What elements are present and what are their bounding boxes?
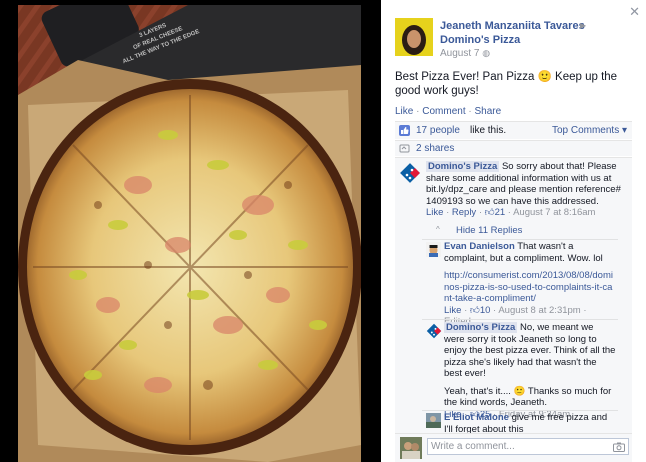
dominos-logo-avatar[interactable] [399, 162, 421, 184]
post-sidebar: ✕ Jeaneth Manzaniita Tavares ▶ Domino's … [381, 0, 646, 462]
comment-author[interactable]: Domino's Pizza [426, 161, 500, 172]
globe-icon: ◍ [482, 48, 491, 58]
reply-author[interactable]: Domino's Pizza [444, 322, 518, 333]
post-text: Best Pizza Ever! Pan Pizza 🙂 Keep up the… [395, 71, 618, 97]
post-actions: Like · Comment · Share [395, 106, 501, 117]
camera-icon[interactable] [613, 442, 625, 452]
top-comments-dropdown[interactable]: Top Comments ▾ [552, 125, 627, 136]
comment-time[interactable]: August 7 at 8:16am [513, 207, 595, 218]
comment-composer [395, 433, 632, 462]
hide-replies-toggle[interactable]: ^ Hide 11 Replies [436, 224, 620, 239]
pizza-photo[interactable]: 3 LAYERS OF REAL CHEESE ALL THE WAY TO T… [18, 5, 361, 462]
comment-meta: Like · Reply · 👍︎21 · August 7 at 8:16am [426, 207, 596, 218]
share-icon [399, 144, 410, 153]
author-name[interactable]: Jeaneth Manzaniita Tavares [440, 20, 585, 32]
reply-author[interactable]: E Eliot Malone [444, 412, 509, 423]
reply-content: Evan Danielson That wasn't a complaint, … [444, 241, 616, 328]
reply-likes-value: 10 [479, 304, 491, 316]
dominos-logo-avatar[interactable] [426, 323, 442, 339]
arrow-right-icon: ▶ [580, 21, 587, 30]
comment-input[interactable] [427, 438, 629, 455]
comment-item: Domino's Pizza So sorry about that! Plea… [426, 161, 628, 219]
post-date-text[interactable]: August 7 [440, 48, 479, 59]
action-separator: · [413, 106, 423, 117]
shares-summary: 2 shares [395, 140, 632, 156]
chevron-up-icon: ^ [436, 225, 440, 234]
reply-item: Evan Danielson That wasn't a complaint, … [422, 239, 618, 327]
share-link[interactable]: Share [475, 106, 502, 117]
eliot-avatar[interactable] [426, 413, 441, 428]
reply-time[interactable]: August 8 at 2:31pm [498, 305, 580, 316]
reply-item: E Eliot Malone give me free pizza and I'… [422, 410, 618, 435]
photo-viewer: 3 LAYERS OF REAL CHEESE ALL THE WAY TO T… [0, 0, 381, 462]
thumbs-up-icon [399, 125, 410, 136]
comment-likes-value: 21 [494, 207, 506, 218]
close-icon[interactable]: ✕ [629, 5, 640, 18]
reply-text-continued: Yeah, that's it.... 🙂 Thanks so much for… [444, 385, 612, 409]
hide-replies-label[interactable]: Hide 11 Replies [456, 225, 522, 236]
pizza-image: 3 LAYERS OF REAL CHEESE ALL THE WAY TO T… [18, 5, 361, 462]
post-date[interactable]: August 7 ◍ [440, 48, 490, 59]
reply-author[interactable]: Evan Danielson [444, 241, 515, 252]
likes-summary: 17 people like this. Top Comments ▾ [395, 121, 632, 139]
author-avatar[interactable] [395, 18, 433, 56]
post-target-page[interactable]: Domino's Pizza [440, 34, 520, 46]
reply-content: Domino's Pizza No, we meant we were sorr… [444, 322, 616, 420]
comment-like-count[interactable]: 👍︎21 [485, 207, 506, 218]
evan-avatar[interactable] [426, 242, 441, 257]
reply-item: Domino's Pizza No, we meant we were sorr… [422, 319, 618, 420]
thumbs-up-icon: 👍︎ [469, 304, 480, 316]
reply-like-link[interactable]: Like [444, 305, 461, 316]
likes-suffix: like this. [470, 125, 507, 136]
action-separator: · [465, 106, 475, 117]
comment-like-link[interactable]: Like [426, 207, 443, 218]
likes-count[interactable]: 17 people [416, 125, 460, 136]
comment-link[interactable]: Comment [422, 106, 465, 117]
like-link[interactable]: Like [395, 106, 413, 117]
post-header: Jeaneth Manzaniita Tavares ▶ Domino's Pi… [395, 18, 630, 60]
reply-like-count[interactable]: 👍︎10 [470, 305, 491, 316]
reply-url-link[interactable]: http://consumerist.com/2013/08/08/domino… [444, 270, 616, 305]
current-user-avatar [400, 437, 422, 459]
comments-list: Domino's Pizza So sorry about that! Plea… [395, 157, 632, 435]
shares-count[interactable]: 2 shares [416, 143, 454, 154]
comment-reply-link[interactable]: Reply [452, 207, 476, 218]
thumbs-up-icon: 👍︎ [484, 207, 495, 218]
reply-content: E Eliot Malone give me free pizza and I'… [444, 412, 616, 435]
